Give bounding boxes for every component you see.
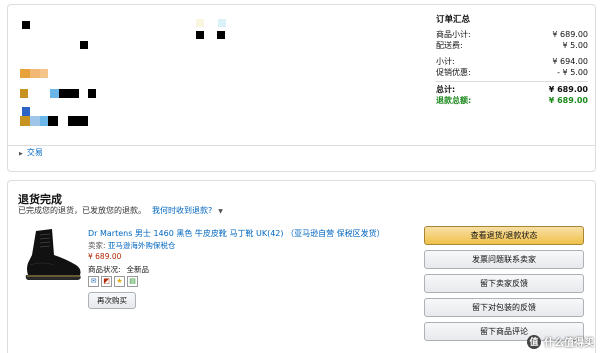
watermark: 值 什么值得买 — [527, 334, 594, 349]
chevron-down-icon[interactable]: ▼ — [218, 208, 223, 215]
seller-line: 卖家: 亚马逊海外购保税仓 — [88, 240, 175, 251]
review-icon[interactable]: ▤ — [127, 276, 138, 287]
summary-row-refund-total: 退款总额: ¥ 689.00 — [436, 96, 588, 105]
summary-row-shipping: 配送费: ¥ 5.00 — [436, 41, 588, 50]
summary-row-subtotal: 小计: ¥ 694.00 — [436, 57, 588, 66]
return-subtitle: 已完成您的退货，已发放您的退款。 — [18, 206, 146, 215]
product-title-link[interactable]: Dr Martens 男士 1460 黑色 牛皮皮靴 马丁靴 UK(42) （亚… — [88, 228, 385, 239]
seller-feedback-button[interactable]: 留下卖家反馈 — [424, 274, 584, 293]
watermark-text: 什么值得买 — [544, 338, 594, 349]
product-condition: 商品状况: 全新品 — [88, 264, 149, 275]
order-info-panel: 订单汇总 商品小计: ¥ 689.00 配送费: ¥ 5.00 小计: ¥ 69… — [7, 4, 596, 172]
return-panel: 退货完成 已完成您的退货，已发放您的退款。 我何时收到退款? ▼ Dr Marten… — [7, 180, 596, 353]
view-return-status-button[interactable]: 查看退货/退款状态 — [424, 226, 584, 245]
order-summary-title: 订单汇总 — [436, 15, 471, 25]
service-icons: ✉ ◩ ★ ▤ — [88, 276, 138, 287]
order-summary: 订单汇总 商品小计: ¥ 689.00 配送费: ¥ 5.00 小计: ¥ 69… — [436, 13, 588, 106]
condition-value: 全新品 — [126, 265, 150, 274]
summary-row-total: 总计: ¥ 689.00 — [436, 85, 588, 94]
panel-divider — [8, 145, 595, 146]
refund-timing-link[interactable]: 我何时收到退款? — [152, 206, 212, 215]
trade-expander-link[interactable]: ▶ 交易 — [19, 147, 43, 158]
trade-link-label: 交易 — [26, 148, 43, 157]
condition-label: 商品状况: — [88, 265, 121, 274]
summary-row-promotion: 促销优惠: - ¥ 5.00 — [436, 68, 588, 77]
packaging-feedback-button[interactable]: 留下对包装的反馈 — [424, 298, 584, 317]
buy-again-button[interactable]: 再次购买 — [88, 292, 136, 309]
product-price: ¥ 689.00 — [88, 252, 122, 261]
package-icon[interactable]: ◩ — [101, 276, 112, 287]
contact-seller-invoice-button[interactable]: 发票问题联系卖家 — [424, 250, 584, 269]
star-icon[interactable]: ★ — [114, 276, 125, 287]
summary-row-items-subtotal: 商品小计: ¥ 689.00 — [436, 30, 588, 39]
seller-label: 卖家: — [88, 241, 106, 250]
summary-divider — [436, 81, 588, 82]
watermark-badge-icon: 值 — [527, 334, 541, 349]
seller-name-link[interactable]: 亚马逊海外购保税仓 — [108, 241, 176, 250]
product-thumbnail[interactable] — [22, 225, 84, 281]
return-subtitle-row: 已完成您的退货，已发放您的退款。 我何时收到退款? ▼ — [18, 205, 223, 216]
mail-icon[interactable]: ✉ — [88, 276, 99, 287]
caret-right-icon: ▶ — [19, 151, 23, 157]
